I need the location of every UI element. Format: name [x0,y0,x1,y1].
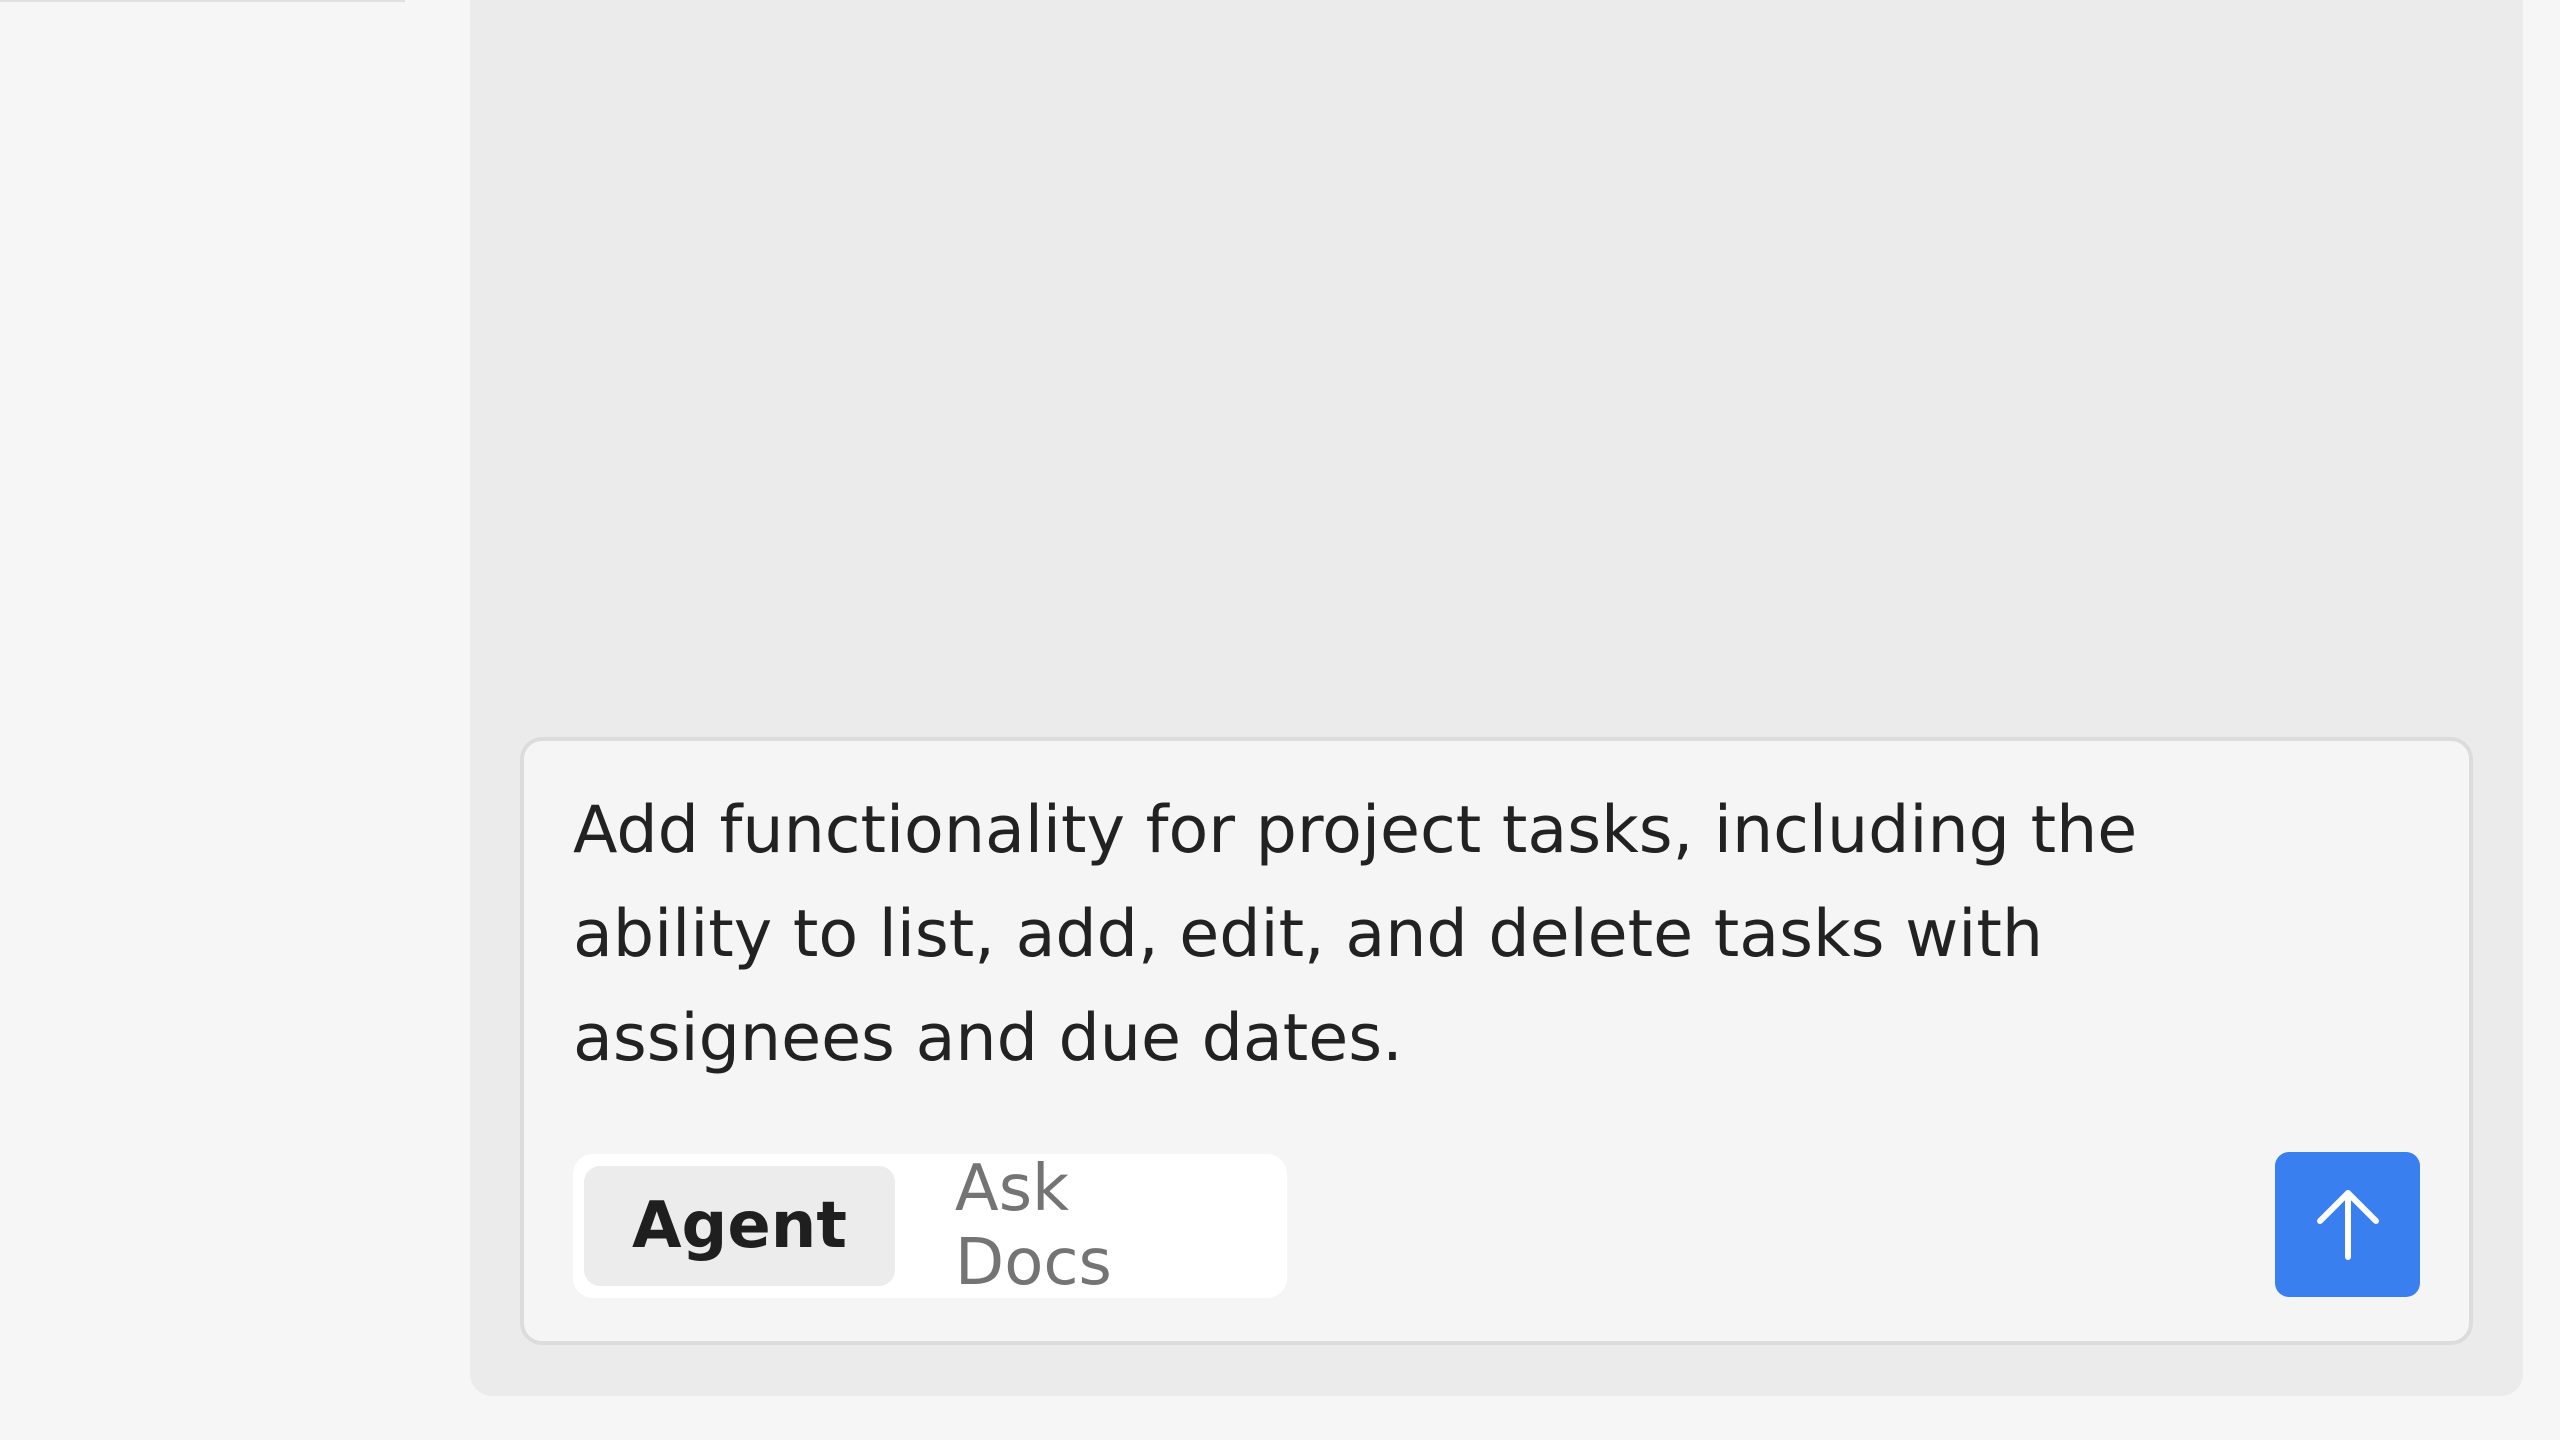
sidebar [0,0,470,1440]
prompt-composer[interactable]: Add functionality for project tasks, inc… [520,737,2473,1345]
prompt-input[interactable]: Add functionality for project tasks, inc… [573,779,2333,1091]
send-button[interactable] [2275,1152,2420,1297]
mode-switch: Agent Ask Docs [573,1152,1287,1300]
sidebar-divider [0,0,405,2]
mode-tab-ask-docs[interactable]: Ask Docs [895,1152,1276,1300]
arrow-up-icon [2316,1189,2379,1260]
mode-tab-agent[interactable]: Agent [584,1166,895,1286]
